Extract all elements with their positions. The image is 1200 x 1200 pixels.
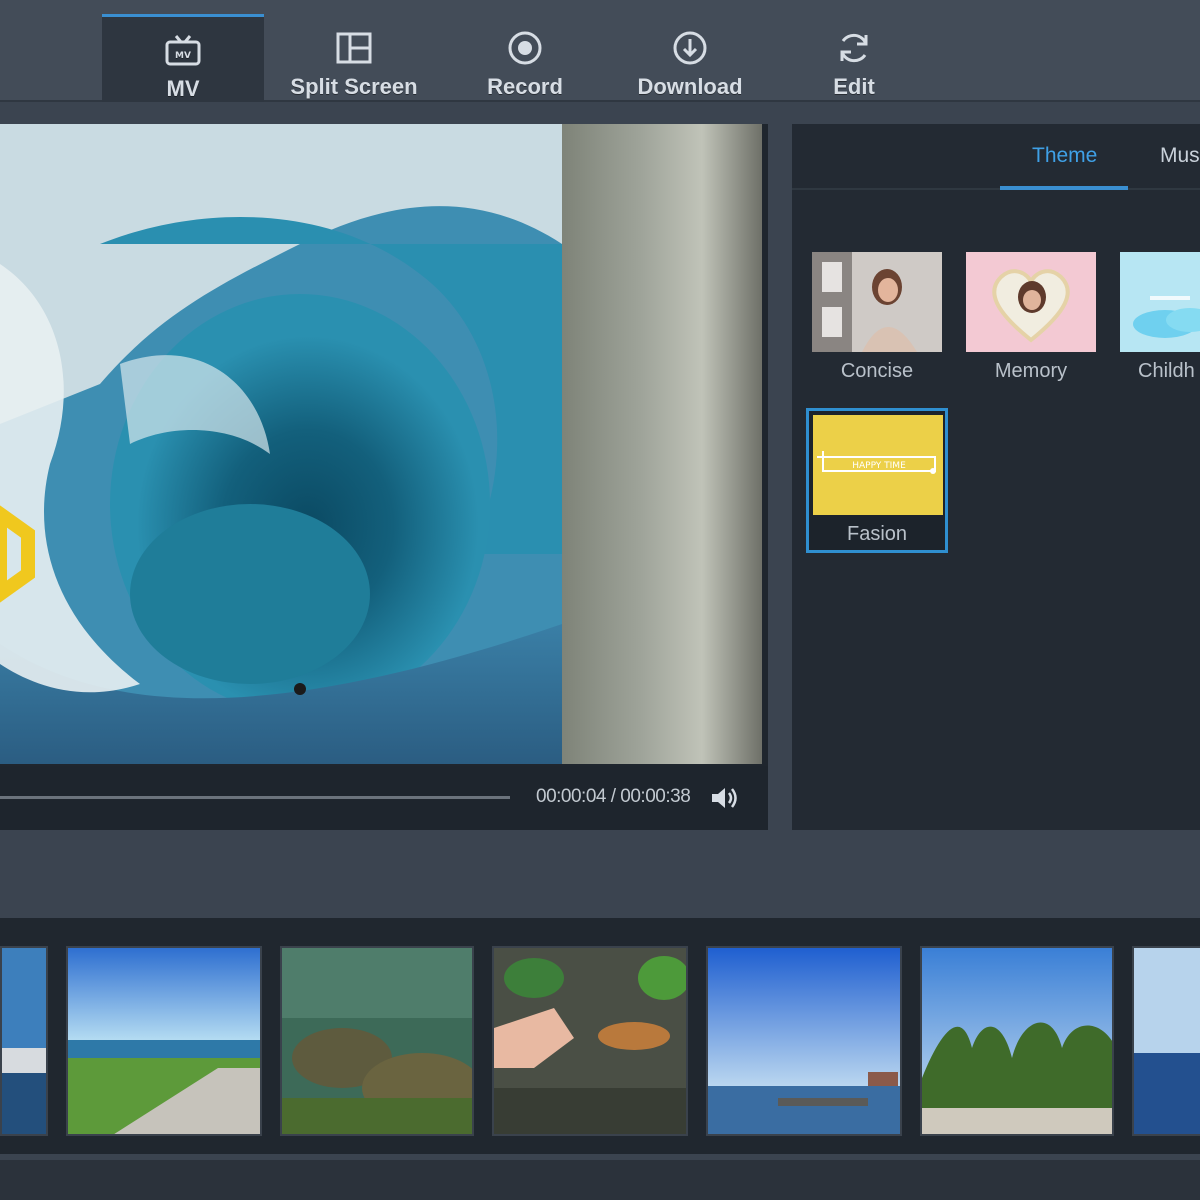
seek-bar[interactable] <box>0 796 510 799</box>
filmstrip-thumb[interactable] <box>492 946 688 1136</box>
theme-childhood[interactable]: Childh <box>1120 252 1200 383</box>
svg-text:MV: MV <box>175 51 191 61</box>
filmstrip-thumb[interactable] <box>920 946 1114 1136</box>
timecode: 00:00:04 / 00:00:38 <box>536 786 691 807</box>
theme-banner-text: HAPPY TIME <box>852 461 906 471</box>
refresh-icon <box>834 28 874 68</box>
record-icon <box>505 28 545 68</box>
tab-record[interactable]: Record <box>462 14 588 102</box>
theme-concise-thumbnail <box>812 252 942 352</box>
filmstrip-thumb[interactable] <box>1132 946 1200 1136</box>
tv-icon: MV <box>163 31 203 70</box>
tab-download[interactable]: Download <box>624 14 756 102</box>
theme-concise[interactable]: Concise <box>812 252 942 383</box>
tab-edit[interactable]: Edit <box>808 14 900 102</box>
theme-memory[interactable]: Memory <box>966 252 1096 383</box>
video-frame[interactable] <box>0 124 562 764</box>
top-toolbar: MV MV Split Screen Record Download Edit <box>0 0 1200 102</box>
download-icon <box>670 28 710 68</box>
theme-label: Concise <box>840 360 914 382</box>
tab-record-label: Record <box>487 74 563 99</box>
theme-label: Memory <box>994 360 1068 382</box>
filmstrip-thumb[interactable] <box>66 946 262 1136</box>
video-side-panel <box>562 124 762 764</box>
tab-mv-label: MV <box>166 76 200 101</box>
tab-split-screen-label: Split Screen <box>290 74 418 99</box>
volume-icon[interactable] <box>710 784 740 812</box>
bottom-bar <box>0 1160 1200 1200</box>
panel-tabs: Theme Mus <box>792 124 1200 190</box>
tab-music[interactable]: Mus <box>1160 144 1200 168</box>
theme-fasion-thumbnail: HAPPY TIME <box>813 415 943 515</box>
theme-memory-thumbnail <box>966 252 1096 352</box>
tab-split-screen[interactable]: Split Screen <box>268 14 440 102</box>
theme-label: Childh <box>1138 360 1195 382</box>
theme-panel: Theme Mus Concise Memory Childh HAPPY TI… <box>792 124 1200 830</box>
filmstrip-thumb[interactable] <box>706 946 902 1136</box>
filmstrip-thumb[interactable] <box>280 946 474 1136</box>
tab-download-label: Download <box>637 74 743 99</box>
active-tab-indicator <box>1000 186 1128 190</box>
tab-edit-label: Edit <box>833 74 875 99</box>
theme-fasion[interactable]: HAPPY TIME Fasion <box>806 408 948 553</box>
video-preview: 00:00:04 / 00:00:38 <box>0 124 768 830</box>
theme-childhood-thumbnail <box>1120 252 1200 352</box>
split-screen-icon <box>334 28 374 68</box>
player-controls: 00:00:04 / 00:00:38 <box>0 766 768 830</box>
tab-mv[interactable]: MV MV <box>102 14 264 102</box>
wave-image <box>0 124 562 764</box>
tab-theme[interactable]: Theme <box>1032 144 1097 168</box>
filmstrip-thumb[interactable] <box>0 946 48 1136</box>
theme-label: Fasion <box>846 523 908 545</box>
